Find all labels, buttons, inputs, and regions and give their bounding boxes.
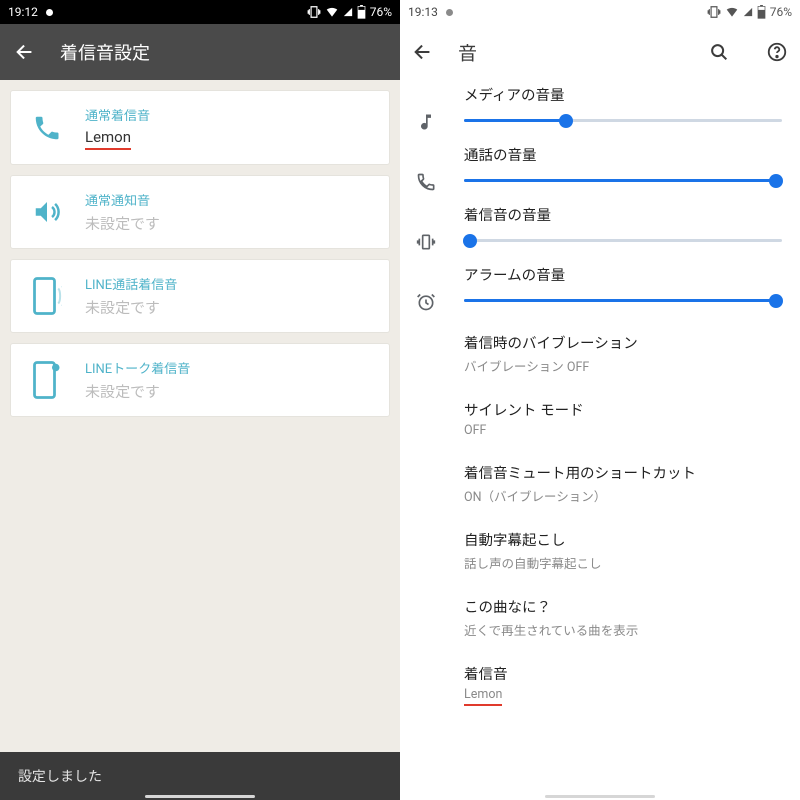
help-icon[interactable] — [766, 41, 788, 63]
ringtone-list: 通常着信音 Lemon 通常通知音 未設定です LINE通話着信音 未設定です … — [0, 80, 400, 752]
ringtone-card[interactable]: 通常着信音 Lemon — [10, 90, 390, 165]
vibrate-icon — [414, 230, 438, 254]
setting-sub: 近くで再生されている曲を表示 — [464, 620, 782, 639]
slider-track[interactable] — [464, 179, 782, 182]
setting-row[interactable]: 自動字幕起こし 話し声の自動字幕起こし — [464, 517, 782, 584]
status-bar: 19:13 76% — [400, 0, 800, 24]
slider-label: 通話の音量 — [464, 144, 782, 165]
back-icon[interactable] — [14, 41, 36, 63]
card-title: 通常着信音 — [85, 105, 150, 124]
slider-label: メディアの音量 — [464, 84, 782, 105]
status-bar: 19:12 76% — [0, 0, 400, 24]
phone-outline-icon — [414, 170, 438, 194]
ringtone-card[interactable]: LINE通話着信音 未設定です — [10, 259, 390, 333]
card-value: Lemon — [85, 128, 150, 150]
setting-sub: Lemon — [464, 687, 782, 706]
slider-track[interactable] — [464, 299, 782, 302]
phone-icon — [27, 108, 67, 148]
wifi-icon — [325, 5, 339, 19]
setting-sub: バイブレーション OFF — [464, 356, 782, 375]
setting-title: この曲なに？ — [464, 596, 782, 617]
status-time: 19:13 — [408, 5, 438, 19]
setting-row[interactable]: 着信音ミュート用のショートカット ON（バイブレーション） — [464, 450, 782, 517]
back-icon[interactable] — [412, 41, 434, 63]
left-screenshot: 19:12 76% 着信音設定 通常着信音 Lemon 通常通知音 未設定です … — [0, 0, 400, 800]
vibrate-icon — [707, 5, 721, 19]
vibrate-icon — [307, 5, 321, 19]
setting-title: 着信音ミュート用のショートカット — [464, 462, 782, 483]
notification-dot — [446, 9, 453, 16]
setting-sub: ON（バイブレーション） — [464, 486, 782, 505]
slider-thumb[interactable] — [769, 294, 783, 308]
setting-row[interactable]: サイレント モード OFF — [464, 387, 782, 450]
setting-title: 着信時のバイブレーション — [464, 332, 782, 353]
phone-device-dot-icon — [27, 360, 67, 400]
setting-title: 着信音 — [464, 663, 782, 684]
slider-thumb[interactable] — [463, 234, 477, 248]
snackbar: 設定しました — [0, 752, 400, 800]
setting-title: 自動字幕起こし — [464, 529, 782, 550]
battery-icon — [357, 5, 366, 19]
notification-dot — [46, 9, 53, 16]
music-note-icon — [414, 110, 438, 134]
search-icon[interactable] — [708, 41, 730, 63]
card-title: 通常通知音 — [85, 190, 160, 209]
speaker-icon — [27, 192, 67, 232]
page-title: 音 — [458, 39, 477, 66]
appbar: 音 — [400, 24, 800, 80]
ringtone-card[interactable]: 通常通知音 未設定です — [10, 175, 390, 249]
card-value: 未設定です — [85, 381, 190, 402]
status-icons: 76% — [707, 5, 792, 19]
battery-pct: 76% — [770, 5, 792, 19]
setting-sub: OFF — [464, 423, 782, 438]
sound-settings-body: メディアの音量 通話の音量 着信音の音量 アラームの音量 着信時のバイブレーショ… — [400, 80, 800, 718]
slider-track[interactable] — [464, 239, 782, 242]
setting-sub: 話し声の自動字幕起こし — [464, 553, 782, 572]
nav-hint — [545, 795, 655, 798]
status-time: 19:12 — [8, 5, 38, 19]
volume-slider-row: メディアの音量 — [464, 80, 782, 122]
card-value: 未設定です — [85, 297, 177, 318]
slider-label: アラームの音量 — [464, 264, 782, 285]
ringtone-card[interactable]: LINEトーク着信音 未設定です — [10, 343, 390, 417]
slider-label: 着信音の音量 — [464, 204, 782, 225]
setting-row[interactable]: 着信音 Lemon — [464, 651, 782, 718]
card-value: 未設定です — [85, 213, 160, 234]
snackbar-text: 設定しました — [18, 766, 102, 786]
card-value: Lemon — [85, 128, 131, 150]
card-title: LINE通話着信音 — [85, 274, 177, 293]
battery-icon — [757, 5, 766, 19]
battery-pct: 76% — [370, 5, 392, 19]
status-icons: 76% — [307, 5, 392, 19]
signal-icon — [743, 5, 753, 19]
setting-row[interactable]: 着信時のバイブレーション バイブレーション OFF — [464, 320, 782, 387]
volume-slider-row: アラームの音量 — [464, 260, 782, 302]
volume-slider-row: 着信音の音量 — [464, 200, 782, 242]
card-title: LINEトーク着信音 — [85, 358, 190, 377]
slider-track[interactable] — [464, 119, 782, 122]
right-screenshot: 19:13 76% 音 メディアの音量 通話の音量 — [400, 0, 800, 800]
slider-thumb[interactable] — [769, 174, 783, 188]
wifi-icon — [725, 5, 739, 19]
signal-icon — [343, 5, 353, 19]
alarm-icon — [414, 290, 438, 314]
setting-title: サイレント モード — [464, 399, 782, 420]
slider-thumb[interactable] — [559, 114, 573, 128]
phone-device-ring-icon — [27, 276, 67, 316]
page-title: 着信音設定 — [60, 39, 150, 65]
volume-slider-row: 通話の音量 — [464, 140, 782, 182]
setting-row[interactable]: この曲なに？ 近くで再生されている曲を表示 — [464, 584, 782, 651]
setting-sub: Lemon — [464, 687, 502, 706]
nav-hint — [145, 795, 255, 798]
appbar: 着信音設定 — [0, 24, 400, 80]
